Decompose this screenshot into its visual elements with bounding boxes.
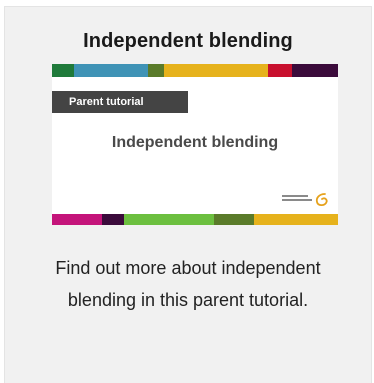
logo-wordmark [282, 195, 312, 203]
stripe-segment [294, 214, 338, 225]
stripe-segment [254, 214, 294, 225]
stripe-segment [292, 64, 338, 77]
stripe-segment [148, 64, 164, 77]
brand-logo-icon [315, 193, 328, 207]
stripe-segment [184, 214, 214, 225]
thumbnail-top-stripe [52, 64, 338, 77]
tutorial-thumbnail[interactable]: Parent tutorial Independent blending [52, 64, 338, 225]
tutorial-card[interactable]: Independent blending Parent tutorial Ind… [4, 6, 372, 383]
brand-logo [282, 193, 330, 207]
stripe-segment [102, 214, 124, 225]
card-description: Find out more about independent blending… [55, 258, 321, 310]
stripe-segment [124, 214, 184, 225]
parent-tutorial-badge: Parent tutorial [52, 91, 188, 113]
stripe-segment [214, 214, 254, 225]
stripe-segment [52, 64, 74, 77]
thumbnail-bottom-stripe [52, 214, 338, 225]
stripe-segment [74, 64, 120, 77]
stripe-segment [224, 64, 268, 77]
stripe-segment [268, 64, 292, 77]
card-title[interactable]: Independent blending [5, 30, 371, 53]
stripe-segment [52, 214, 102, 225]
thumbnail-heading: Independent blending [111, 134, 279, 151]
stripe-segment [164, 64, 224, 77]
stripe-segment [120, 64, 148, 77]
